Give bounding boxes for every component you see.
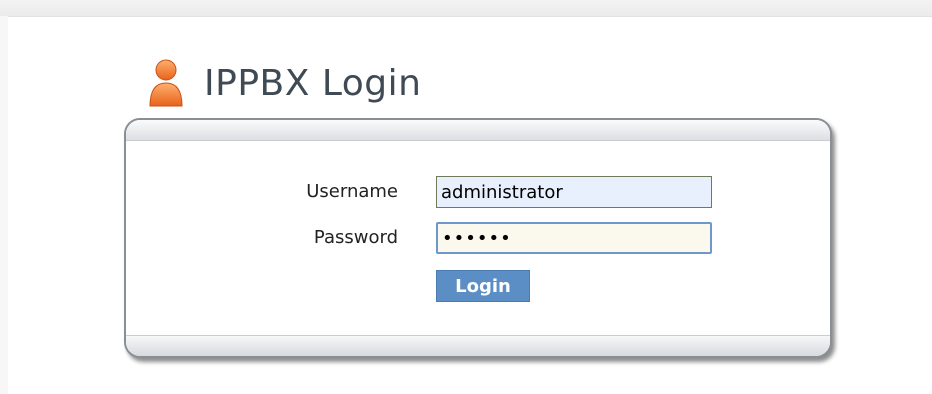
username-row: Username bbox=[126, 176, 830, 208]
login-panel: Username Password Login bbox=[124, 118, 832, 358]
panel-top-bar bbox=[126, 120, 830, 141]
password-label: Password bbox=[313, 227, 398, 248]
username-label: Username bbox=[306, 181, 398, 202]
username-input[interactable] bbox=[436, 176, 712, 208]
password-row: Password bbox=[126, 222, 830, 254]
top-strip bbox=[0, 0, 932, 17]
login-button[interactable]: Login bbox=[436, 270, 530, 302]
page-title: IPPBX Login bbox=[204, 62, 422, 104]
password-input[interactable] bbox=[436, 222, 712, 254]
panel-bottom-bar bbox=[126, 335, 830, 356]
left-gutter bbox=[0, 16, 8, 394]
user-icon bbox=[149, 59, 183, 107]
login-header: IPPBX Login bbox=[148, 55, 421, 111]
login-page: IPPBX Login Username Password Login bbox=[0, 0, 932, 394]
